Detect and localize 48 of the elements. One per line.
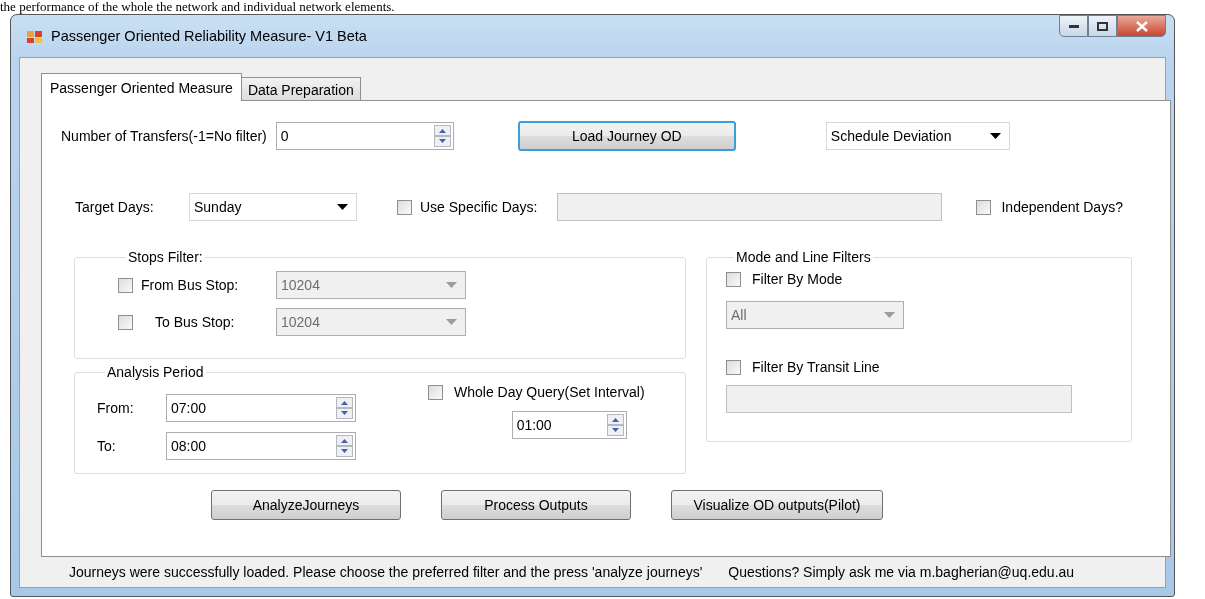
action-button[interactable]: Process Outputs: [441, 490, 631, 520]
load-journey-button[interactable]: Load Journey OD: [517, 121, 736, 151]
time-spin-field[interactable]: 07:00: [166, 394, 356, 422]
status-message: Journeys were successfully loaded. Please choose the preferred filter and the press 'analyze journeys': [69, 564, 703, 580]
field-label: From:: [97, 400, 135, 416]
checkbox[interactable]: [397, 199, 412, 215]
window-title: Passenger Oriented Reliability Measure- V1 Beta: [51, 28, 367, 44]
dropdown[interactable]: Sunday: [189, 193, 357, 221]
checkbox-label: Filter By Mode: [752, 271, 843, 287]
dropdown-arrow-icon[interactable]: [337, 204, 348, 210]
action-button[interactable]: Visualize OD outputs(Pilot): [671, 490, 883, 520]
checkbox[interactable]: [726, 271, 741, 287]
maximize-button[interactable]: [1088, 15, 1117, 37]
time-spin-field[interactable]: 08:00: [166, 432, 356, 460]
minimize-button[interactable]: [1059, 15, 1088, 37]
field-label: Target Days:: [75, 199, 155, 215]
close-button[interactable]: [1117, 15, 1166, 37]
maximize-icon[interactable]: [1097, 21, 1108, 31]
spin-arrows-icon[interactable]: [606, 414, 624, 436]
spin-arrows-icon[interactable]: [336, 435, 353, 457]
checkbox-label: From Bus Stop:: [141, 277, 240, 293]
checkbox-label: Filter By Transit Line: [752, 359, 880, 375]
minimize-icon[interactable]: [1068, 24, 1079, 28]
field-label: To:: [97, 438, 117, 454]
checkbox[interactable]: [976, 199, 992, 215]
spin-arrows-icon[interactable]: [336, 397, 353, 419]
field-label: Number of Transfers(-1=No filter): [61, 128, 267, 144]
checkbox-label: Use Specific Days:: [420, 199, 538, 215]
document-text: the performance of the whole the network and individual network elements.: [0, 0, 395, 14]
checkbox[interactable]: [726, 359, 741, 375]
app-icon: [27, 28, 43, 44]
tab[interactable]: Data Preparation: [240, 77, 361, 101]
action-button[interactable]: AnalyzeJourneys: [211, 490, 401, 520]
interval-spin-field[interactable]: 01:00: [511, 411, 627, 439]
group-title: Mode and Line Filters: [735, 249, 872, 265]
status-contact: Questions? Simply ask me via m.bagherian@uq.edu.au: [728, 564, 1075, 580]
dropdown[interactable]: Schedule Deviation: [825, 122, 1010, 150]
group-title: Stops Filter:: [127, 249, 204, 265]
checkbox-label: Whole Day Query(Set Interval): [454, 384, 645, 400]
close-icon[interactable]: [1135, 20, 1148, 32]
dropdown-arrow-icon[interactable]: [989, 133, 1001, 139]
checkbox[interactable]: [428, 384, 443, 400]
tab[interactable]: Passenger Oriented Measure: [41, 73, 242, 101]
checkbox-label: To Bus Stop:: [155, 314, 236, 330]
group-title: Analysis Period: [106, 364, 205, 380]
transfers-spin-field[interactable]: 0: [275, 122, 454, 150]
spin-arrows-icon[interactable]: [433, 125, 451, 147]
checkbox-label: Independent Days?: [1001, 199, 1123, 215]
